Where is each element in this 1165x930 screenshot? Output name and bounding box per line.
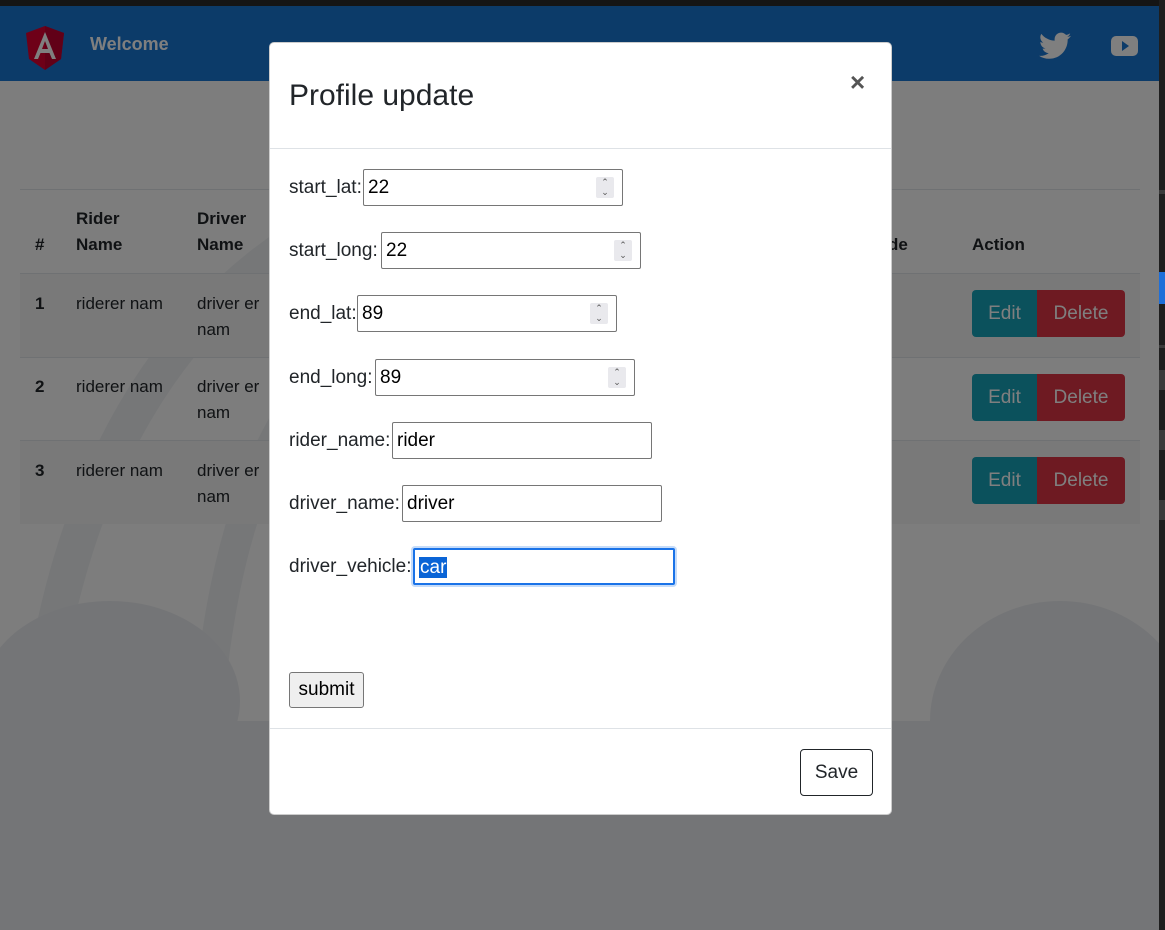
modal-title: Profile update — [289, 79, 475, 112]
rider-name-label: rider_name: — [289, 430, 391, 451]
rider-name-value: rider — [397, 430, 436, 451]
modal-footer-divider — [270, 728, 891, 729]
driver-name-value: driver — [407, 493, 455, 514]
end-long-value: 89 — [380, 367, 402, 388]
close-icon[interactable]: × — [850, 67, 865, 98]
scrollbar-marker-active — [1159, 272, 1165, 304]
scrollbar-marker — [1159, 500, 1165, 520]
end-long-label: end_long: — [289, 367, 373, 388]
driver-vehicle-input[interactable]: car — [413, 548, 675, 585]
end-lat-value: 89 — [362, 303, 384, 324]
start-long-input[interactable]: 22 ⌃ ⌄ — [381, 232, 641, 269]
start-lat-input[interactable]: 22 ⌃ ⌄ — [363, 169, 623, 206]
end-lat-label: end_lat: — [289, 303, 357, 324]
end-lat-input[interactable]: 89 ⌃ ⌄ — [357, 295, 617, 332]
driver-vehicle-value: car — [419, 557, 448, 578]
start-lat-label: start_lat: — [289, 177, 362, 198]
start-lat-value: 22 — [368, 177, 390, 198]
modal-header-divider — [270, 148, 891, 149]
end-long-input[interactable]: 89 ⌃ ⌄ — [375, 359, 635, 396]
number-spinner-icon[interactable]: ⌃ ⌄ — [596, 177, 614, 198]
number-spinner-icon[interactable]: ⌃ ⌄ — [614, 240, 632, 261]
driver-name-label: driver_name: — [289, 493, 400, 514]
save-button[interactable]: Save — [800, 749, 873, 796]
driver-name-input[interactable]: driver — [402, 485, 662, 522]
scrollbar-marker — [1159, 370, 1165, 390]
submit-button[interactable]: submit — [289, 672, 364, 708]
number-spinner-icon[interactable]: ⌃ ⌄ — [590, 303, 608, 324]
profile-update-modal: Profile update × start_lat: 22 ⌃ ⌄ start_… — [269, 42, 892, 815]
number-spinner-icon[interactable]: ⌃ ⌄ — [608, 367, 626, 388]
driver-vehicle-label: driver_vehicle: — [289, 556, 412, 577]
rider-name-input[interactable]: rider — [392, 422, 652, 459]
scrollbar-marker — [1159, 430, 1165, 450]
scrollbar-marker — [1159, 190, 1165, 194]
right-scrollbar[interactable] — [1159, 0, 1165, 930]
start-long-label: start_long: — [289, 240, 378, 261]
scrollbar-marker — [1159, 345, 1165, 348]
start-long-value: 22 — [386, 240, 408, 261]
